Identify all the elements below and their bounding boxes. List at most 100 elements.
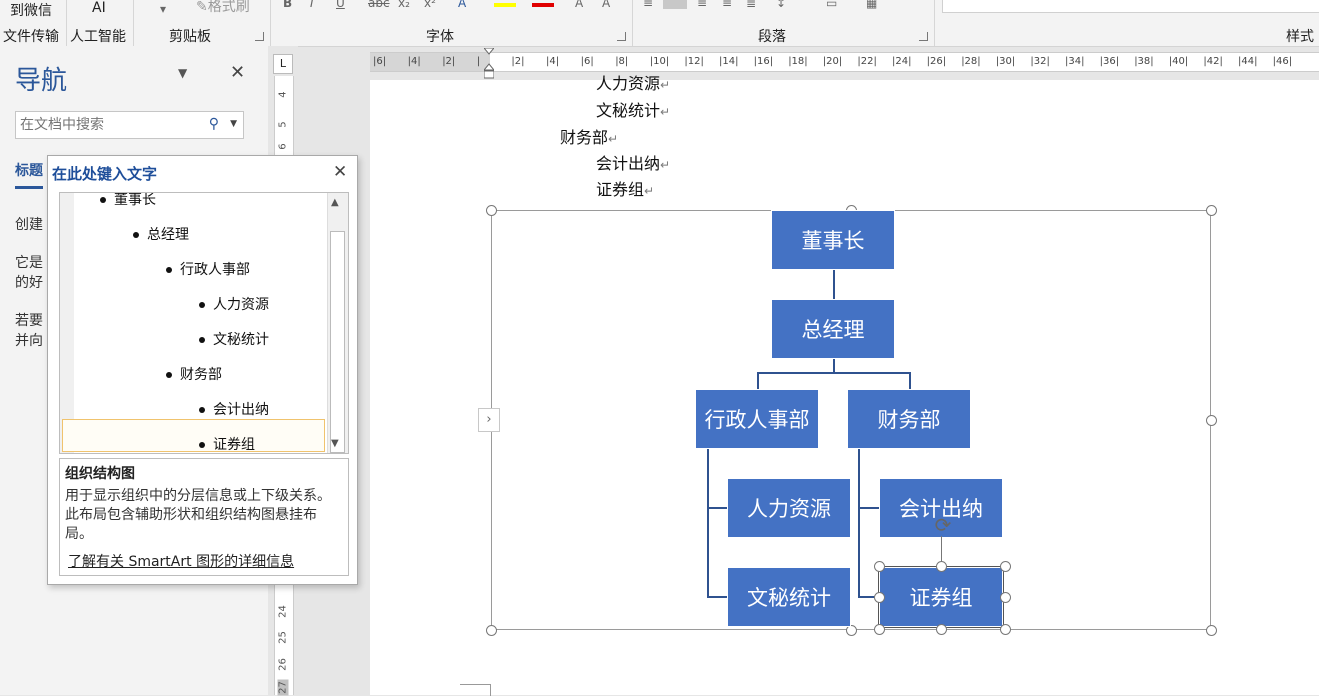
nav-close-icon[interactable]: ✕ xyxy=(230,62,245,83)
search-icon[interactable]: ⚲ xyxy=(209,116,219,132)
smartart-info-link[interactable]: 了解有关 SmartArt 图形的详细信息 xyxy=(68,551,294,571)
doc-line[interactable]: 证券组↵ xyxy=(596,176,654,200)
doc-line[interactable]: 文秘统计↵ xyxy=(596,97,670,121)
ruler-tick: |10| xyxy=(649,56,670,67)
connector-line xyxy=(757,372,759,389)
text-pane-scrollbar[interactable]: ▲ ▼ xyxy=(327,193,348,453)
ruler-tick: |4| xyxy=(546,56,560,67)
resize-handle[interactable] xyxy=(486,205,497,216)
send-to-wechat-button[interactable]: 到微信 xyxy=(10,0,52,20)
layout-description-box: 组织结构图 用于显示组织中的分层信息或上下级关系。此布局包含辅助形状和组织结构图… xyxy=(59,458,349,576)
styles-gallery[interactable] xyxy=(942,0,1319,13)
format-painter-button[interactable]: ✎格式刷 xyxy=(196,0,250,16)
org-node-admin-hr[interactable]: 行政人事部 xyxy=(695,389,819,449)
paragraph-mark: ↵ xyxy=(660,105,671,119)
ruler-tick: |32| xyxy=(1030,56,1050,67)
indent-marker[interactable] xyxy=(484,48,494,80)
nav-text: 若要 xyxy=(15,313,43,329)
nav-search-box[interactable]: ⚲ ▼ xyxy=(15,111,244,139)
ai-button[interactable]: AI xyxy=(92,0,106,16)
strikethrough-icon[interactable]: abc xyxy=(368,0,390,10)
selected-list-item-highlight xyxy=(62,419,325,452)
connector-line xyxy=(707,507,728,509)
tab-headings[interactable]: 标题 xyxy=(15,160,43,189)
paragraph-mark: ↵ xyxy=(660,158,671,172)
text-pane-item[interactable]: 财务部 xyxy=(166,364,222,384)
align-center-icon[interactable] xyxy=(663,0,687,9)
scroll-down-icon[interactable]: ▼ xyxy=(331,438,339,449)
scroll-up-icon[interactable]: ▲ xyxy=(331,197,339,208)
paragraph-launcher-icon[interactable] xyxy=(919,32,928,41)
bold-icon[interactable]: B xyxy=(283,0,292,10)
italic-icon[interactable]: I xyxy=(310,0,314,10)
tab-selector[interactable]: L xyxy=(273,54,293,74)
text-pane-item[interactable]: 人力资源 xyxy=(199,294,269,314)
align-right-icon[interactable]: ≡ xyxy=(697,0,707,10)
text-pane-item[interactable]: 会计出纳 xyxy=(199,399,269,419)
distribute-icon[interactable]: ≣ xyxy=(746,0,756,10)
org-node-chairman[interactable]: 董事长 xyxy=(771,210,895,270)
superscript-icon[interactable]: x² xyxy=(424,0,436,10)
resize-handle[interactable] xyxy=(1206,625,1217,636)
line-spacing-icon[interactable]: ↕ xyxy=(776,0,786,10)
ruler-tick: |44| xyxy=(1238,56,1258,67)
shape-resize-handle[interactable] xyxy=(936,624,947,635)
text-effect-icon[interactable]: A xyxy=(458,0,466,10)
ruler-tick: |16| xyxy=(753,56,774,67)
subscript-icon[interactable]: x₂ xyxy=(398,0,410,10)
org-node-general-manager[interactable]: 总经理 xyxy=(771,299,895,359)
search-dropdown-icon[interactable]: ▼ xyxy=(230,119,237,129)
align-left-icon[interactable]: ≡ xyxy=(643,0,653,10)
ruler-tick: |6| xyxy=(580,56,594,67)
scroll-thumb[interactable] xyxy=(330,231,345,453)
horizontal-ruler[interactable]: |6| |4| |2| | |2| |4| |6| |8| |10| |12| |14| |16| |1… xyxy=(370,52,1319,72)
list-gutter xyxy=(60,193,74,453)
org-node-secretary[interactable]: 文秘统计 xyxy=(727,567,851,627)
ribbon-separator xyxy=(934,0,935,46)
shape-resize-handle[interactable] xyxy=(1000,561,1011,572)
doc-line[interactable]: 人力资源↵ xyxy=(596,70,670,94)
connector-line xyxy=(757,372,911,374)
ribbon-separator xyxy=(270,0,271,46)
text-pane-toggle-button[interactable]: › xyxy=(478,408,500,432)
clipboard-launcher-icon[interactable] xyxy=(255,32,264,41)
shape-resize-handle[interactable] xyxy=(1000,624,1011,635)
font-color-icon[interactable] xyxy=(532,3,554,7)
borders-icon[interactable]: ▦ xyxy=(866,0,877,10)
justify-icon[interactable]: ≡ xyxy=(722,0,732,10)
doc-line[interactable]: 财务部↵ xyxy=(560,124,618,148)
font-launcher-icon[interactable] xyxy=(617,32,626,41)
shading-icon[interactable]: ▭ xyxy=(826,0,837,10)
text-pane-close-icon[interactable]: ✕ xyxy=(333,162,347,182)
paste-dropdown-icon[interactable]: ▾ xyxy=(160,2,166,16)
shape-resize-handle[interactable] xyxy=(874,624,885,635)
org-node-securities[interactable]: 证券组 xyxy=(878,566,1004,628)
ruler-tick: |36| xyxy=(1099,56,1120,67)
text-pane-item[interactable]: 董事长 xyxy=(100,193,156,209)
char-shading-icon[interactable]: A xyxy=(575,0,583,10)
resize-handle[interactable] xyxy=(1206,415,1217,426)
shape-resize-handle[interactable] xyxy=(936,561,947,572)
resize-handle[interactable] xyxy=(1206,205,1217,216)
org-node-hr[interactable]: 人力资源 xyxy=(727,478,851,538)
char-border-icon[interactable]: A xyxy=(602,0,610,10)
shape-resize-handle[interactable] xyxy=(1000,592,1011,603)
underline-icon[interactable]: U xyxy=(336,0,345,10)
text-pane-item[interactable]: 行政人事部 xyxy=(166,259,250,279)
nav-options-dropdown-icon[interactable]: ▼ xyxy=(178,66,187,80)
ruler-tick: |38| xyxy=(1134,56,1154,67)
text-pane-item[interactable]: 总经理 xyxy=(133,224,189,244)
resize-handle[interactable] xyxy=(486,625,497,636)
ribbon-separator xyxy=(632,0,633,46)
rotate-handle-icon[interactable]: ⟳ xyxy=(932,514,954,536)
text-pane-item[interactable]: 证券组 xyxy=(199,434,255,453)
shape-resize-handle[interactable] xyxy=(874,592,885,603)
highlight-color-icon[interactable] xyxy=(494,3,516,7)
text-pane-list[interactable]: 董事长总经理行政人事部人力资源文秘统计财务部会计出纳证券组 ▲ ▼ xyxy=(59,192,349,454)
org-node-finance[interactable]: 财务部 xyxy=(847,389,971,449)
ruler-tick: |26| xyxy=(926,56,947,67)
text-pane-item[interactable]: 文秘统计 xyxy=(199,329,269,349)
doc-line[interactable]: 会计出纳↵ xyxy=(596,150,670,174)
nav-search-input[interactable] xyxy=(16,112,210,133)
shape-resize-handle[interactable] xyxy=(874,561,885,572)
